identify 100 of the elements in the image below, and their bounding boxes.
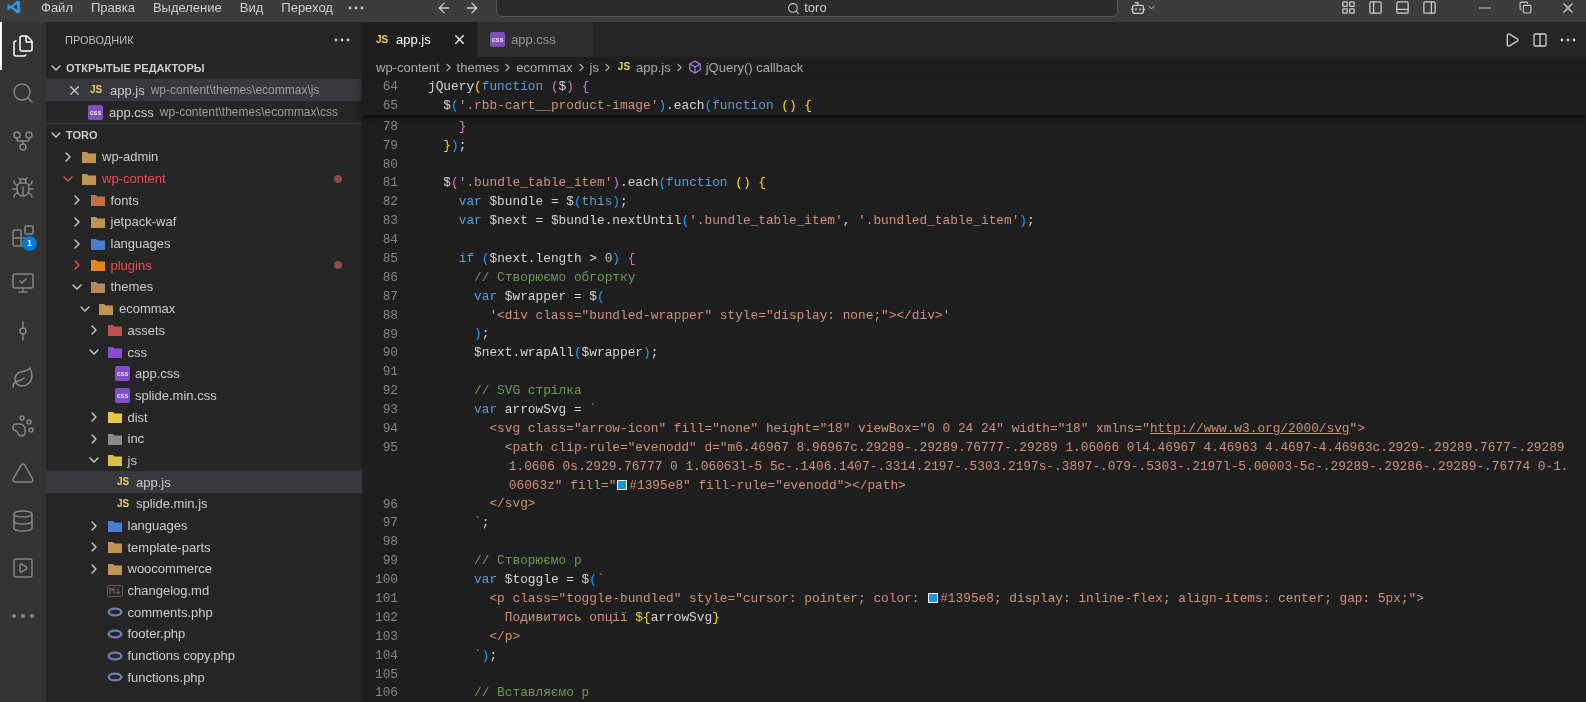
line-number: 106 <box>373 685 399 701</box>
folder-icon <box>106 345 123 360</box>
tree-item[interactable]: plugins <box>46 254 362 277</box>
tree-item[interactable]: ecommax <box>46 297 362 320</box>
line-number: 80 <box>381 156 399 172</box>
breadcrumb-item[interactable]: JS app.js <box>616 59 671 75</box>
tree-item[interactable]: dist <box>46 406 362 428</box>
search-field[interactable]: toro <box>495 0 1118 17</box>
line-number: 85 <box>381 250 399 266</box>
folder-icon <box>106 431 123 446</box>
tree-item[interactable]: JS splide.min.js <box>46 493 362 515</box>
line-number: 105 <box>373 666 399 682</box>
line-number: 94 <box>381 420 399 436</box>
menu-item[interactable]: Переход <box>272 0 342 15</box>
line-number: 65 <box>381 97 399 113</box>
code-line: }); <box>442 136 467 155</box>
activity-button[interactable]: 1 <box>0 212 46 260</box>
line-number: 97 <box>381 515 399 531</box>
code-line: '<div class="bundled-wrapper" style="display: none;"></div>' <box>488 306 951 325</box>
code-line: `; <box>473 514 490 533</box>
tree-item[interactable]: js <box>46 449 362 472</box>
code-line: 06063z" fill=" #1395e8" fill-rule="evenodd"></path> <box>507 476 906 495</box>
file-type-label: JS <box>374 32 390 47</box>
open-editor-item[interactable]: JS app.js wp-content\themes\ecommax\js <box>46 79 362 101</box>
search-icon <box>11 81 35 106</box>
folder-icon <box>89 279 106 294</box>
tree-item[interactable]: languages <box>46 232 362 255</box>
tree-item[interactable]: template-parts <box>46 536 362 559</box>
code-line: <svg class="arrow-icon" fill="none" height="18" viewBox="0 0 24 24" width="18" xmlns="http://www.w3.org/2000/svg"> <box>488 419 1365 438</box>
panel-bottom-icon <box>1395 0 1410 15</box>
tree-item[interactable]: functions.php <box>46 666 362 689</box>
menu-item[interactable]: Вид <box>230 0 273 15</box>
code-line: // Вставляємо p <box>473 684 590 702</box>
tree-item[interactable]: fonts <box>46 189 362 212</box>
tree-item[interactable]: languages <box>46 514 362 537</box>
code-line: Подивитись опції ${arrowSvg} <box>503 608 720 627</box>
file-type-label: JS <box>115 496 131 511</box>
menu-item[interactable]: Файл <box>32 0 82 15</box>
line-number: 102 <box>373 609 399 625</box>
line-number: 88 <box>381 307 399 323</box>
tree-item[interactable]: JS app.js <box>46 471 362 493</box>
more-icon <box>11 612 35 619</box>
file-type-label: JS <box>115 475 131 490</box>
folder-icon <box>106 453 123 468</box>
play-icon <box>11 556 35 581</box>
file-path: wp-content\themes\ecommax\js <box>150 83 320 97</box>
folder-icon <box>81 171 97 186</box>
breadcrumb-item[interactable]: js <box>589 59 599 75</box>
tree-item[interactable]: jetpack-waf <box>46 211 362 233</box>
panel-right-icon <box>1422 0 1437 15</box>
app-logo-icon <box>6 0 22 14</box>
section-header[interactable]: TORO <box>46 124 362 146</box>
folder-icon <box>89 214 106 229</box>
menu-item[interactable]: Правка <box>81 0 144 15</box>
breadcrumb-item[interactable]: ecommax <box>516 59 573 75</box>
breadcrumb-item[interactable]: wp-content <box>376 59 440 75</box>
file-type-label: JS <box>616 60 632 74</box>
restore-icon <box>1519 1 1532 14</box>
menu-item[interactable]: Выделение <box>143 0 231 15</box>
notification-badge: 1 <box>22 235 37 251</box>
tree-item[interactable]: assets <box>46 319 362 342</box>
breadcrumb-item[interactable]: themes <box>456 59 500 75</box>
tree-item[interactable]: comments.php <box>46 601 362 624</box>
markdown-file-icon <box>106 584 123 597</box>
tree-item[interactable]: themes <box>46 276 362 298</box>
code-link[interactable]: http://www.w3.org/2000/svg <box>1149 420 1350 436</box>
code-line: var $bundle = $(this); <box>457 193 628 212</box>
cube-icon <box>687 60 702 74</box>
tree-item[interactable]: footer.php <box>46 623 362 645</box>
line-number: 89 <box>381 326 399 342</box>
monitor-icon <box>11 271 35 296</box>
tree-item[interactable]: functions copy.php <box>46 644 362 667</box>
bug-icon <box>11 176 35 201</box>
modified-dot <box>334 174 342 183</box>
line-number: 86 <box>381 269 399 285</box>
tree-item[interactable]: css <box>46 341 362 363</box>
more-icon <box>334 37 350 42</box>
line-number: 96 <box>381 496 399 512</box>
folder-icon <box>106 540 123 555</box>
tree-item[interactable]: wp-content <box>46 167 362 190</box>
tree-item[interactable]: changelog.md <box>46 579 362 602</box>
line-number: 81 <box>381 175 399 191</box>
section-header[interactable]: ОТКРЫТЫЕ РЕДАКТОРЫ <box>46 57 362 79</box>
folder-icon <box>106 410 123 425</box>
php-file-icon <box>106 672 123 683</box>
blocks-icon <box>11 223 35 248</box>
code-line: </svg> <box>488 495 536 514</box>
search-icon <box>787 1 801 15</box>
code-line: </p> <box>488 627 521 646</box>
line-number: 78 <box>381 118 399 134</box>
code-line: $next.wrapAll($wrapper); <box>473 344 659 363</box>
breadcrumb-item[interactable]: jQuery() callback <box>687 59 804 75</box>
more-icon <box>347 5 364 10</box>
tree-item[interactable]: wp-admin <box>46 146 362 168</box>
line-number: 79 <box>381 137 399 153</box>
code-line: <p class="toggle-bundled" style="cursor: pointer; color: #1395e8; display: inline-flex; align-items: center; gap: 5px;"> <box>488 589 1424 608</box>
tree-item[interactable]: woocommerce <box>46 558 362 580</box>
code-line: var $toggle = $(` <box>473 571 605 589</box>
editor-tab[interactable]: JS app.js <box>362 22 478 57</box>
tree-item[interactable]: inc <box>46 427 362 450</box>
